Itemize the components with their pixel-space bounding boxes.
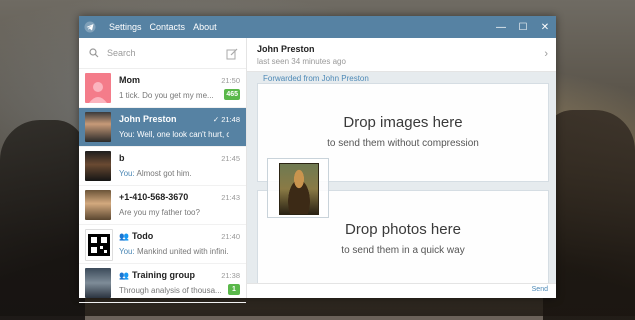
chat-item-phone-contact[interactable]: +1-410-568-3670 21:43 Are you my father …: [79, 186, 246, 225]
drop-title: Drop images here: [343, 114, 463, 131]
avatar: [85, 112, 111, 142]
chevron-right-icon[interactable]: ›: [544, 48, 548, 60]
unread-badge: 465: [224, 89, 240, 100]
peer-name: John Preston: [257, 44, 315, 54]
conversation-header[interactable]: John Preston last seen 34 minutes ago ›: [247, 38, 556, 72]
chat-time: 21:50: [221, 76, 240, 85]
chat-name: 👥 Todo: [119, 231, 154, 241]
drop-subtitle: to send them in a quick way: [341, 245, 465, 256]
chat-time: 21:38: [221, 271, 240, 280]
close-icon[interactable]: ✕: [534, 16, 556, 38]
group-icon: 👥: [119, 270, 129, 280]
unread-badge: 1: [228, 284, 240, 295]
group-icon: 👥: [119, 231, 129, 241]
drop-title: Drop photos here: [345, 221, 461, 238]
avatar-placeholder-icon: [85, 73, 111, 103]
chat-preview: You: Mankind united with infini...: [119, 247, 229, 256]
chat-item-b[interactable]: b 21:45 You: Almost got him.: [79, 147, 246, 186]
chat-item-todo[interactable]: 👥 Todo 21:40 You: Mankind united with inf…: [79, 225, 246, 264]
avatar: [85, 268, 111, 298]
compose-icon[interactable]: [226, 47, 238, 60]
menu-about[interactable]: About: [193, 22, 217, 32]
avatar: [85, 190, 111, 220]
chat-time: 21:45: [221, 154, 240, 163]
chat-name: John Preston: [119, 114, 177, 124]
painting-image: [279, 163, 319, 215]
chat-item-training-group[interactable]: 👥 Training group 21:38 Through analysis o…: [79, 264, 246, 303]
chat-name: Mom: [119, 75, 140, 85]
search-input[interactable]: [105, 47, 219, 59]
chat-time: ✓ 21:48: [212, 115, 240, 124]
chat-time: 21:43: [221, 193, 240, 202]
chat-name: 👥 Training group: [119, 270, 195, 280]
chat-preview: Are you my father too?: [119, 208, 200, 217]
search-bar: [79, 38, 246, 69]
background-figure-right: [543, 110, 635, 320]
chat-preview: 1 tick. Do you get my me...: [119, 91, 214, 100]
forwarded-label: Forwarded from John Preston: [263, 74, 369, 83]
send-button[interactable]: Send: [532, 286, 548, 293]
chat-item-john-preston[interactable]: John Preston ✓ 21:48 You: Well, one look …: [79, 108, 246, 147]
menu-settings[interactable]: Settings: [109, 22, 142, 32]
peer-status: last seen 34 minutes ago: [257, 57, 346, 66]
search-icon: [89, 47, 101, 59]
drop-subtitle: to send them without compression: [327, 138, 479, 149]
chat-name: +1-410-568-3670: [119, 192, 189, 202]
chat-list-sidebar: Mom 21:50 1 tick. Do you get my me... 46…: [79, 38, 247, 303]
background-figure-left: [0, 120, 85, 320]
chat-item-mom[interactable]: Mom 21:50 1 tick. Do you get my me... 46…: [79, 69, 246, 108]
dragged-image-thumbnail[interactable]: [267, 158, 329, 218]
chat-name: b: [119, 153, 125, 163]
minimize-icon[interactable]: —: [490, 16, 512, 38]
chat-preview: You: Well, one look can't hurt, c: [119, 130, 229, 139]
chat-time: 21:40: [221, 232, 240, 241]
title-bar: Settings Contacts About — ☐ ✕: [79, 16, 556, 38]
telegram-logo-icon: [79, 16, 101, 38]
telegram-window: Settings Contacts About — ☐ ✕ Mom 21:50 …: [79, 16, 556, 303]
qr-avatar-icon: [85, 229, 113, 261]
message-composer[interactable]: Send: [247, 283, 556, 298]
chat-preview: Through analysis of thousa...: [119, 286, 222, 295]
read-check-icon: ✓: [212, 115, 220, 124]
maximize-icon[interactable]: ☐: [512, 16, 534, 38]
avatar: [85, 151, 111, 181]
menu-contacts[interactable]: Contacts: [150, 22, 186, 32]
chat-preview: You: Almost got him.: [119, 169, 192, 178]
